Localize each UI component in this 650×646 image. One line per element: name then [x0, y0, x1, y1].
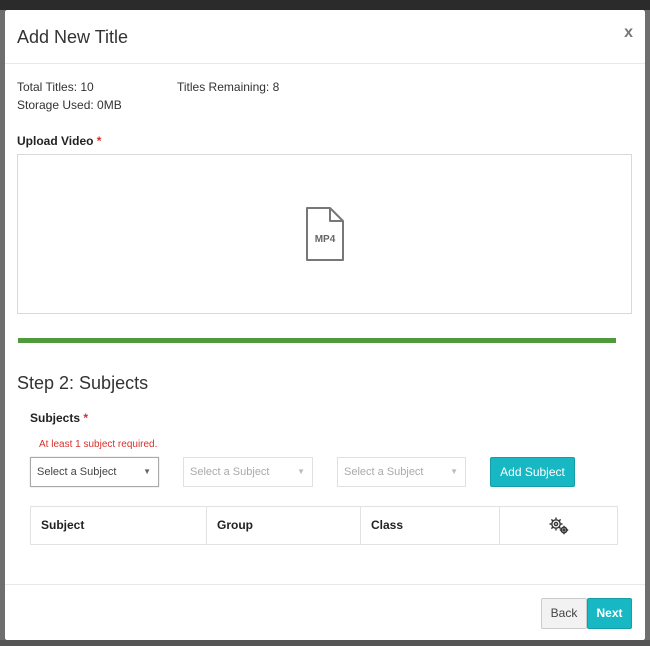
add-title-modal: Add New Title x Total Titles: 10 Titles … [5, 10, 645, 640]
next-button[interactable]: Next [587, 598, 632, 629]
caret-down-icon: ▼ [297, 467, 305, 476]
required-marker: * [96, 134, 102, 148]
upload-progress-bar [18, 338, 616, 343]
group-select-placeholder: Select a Subject [190, 466, 270, 478]
backdrop-bottom [0, 640, 650, 646]
caret-down-icon: ▼ [143, 467, 151, 476]
modal-footer: Back Next [5, 584, 645, 640]
class-select-placeholder: Select a Subject [344, 466, 424, 478]
total-titles: Total Titles: 10 [17, 80, 94, 94]
mp4-file-text: MP4 [315, 234, 336, 245]
required-marker: * [83, 411, 89, 425]
modal-header: Add New Title x [5, 10, 645, 64]
column-header-subject: Subject [31, 507, 207, 544]
close-button[interactable]: x [624, 24, 633, 42]
step-2-title: Step 2: Subjects [17, 373, 149, 393]
backdrop-top [0, 0, 650, 10]
gears-icon [549, 517, 568, 534]
mp4-file-icon: MP4 [306, 207, 344, 261]
back-button[interactable]: Back [541, 598, 587, 629]
caret-down-icon: ▼ [450, 467, 458, 476]
upload-video-label: Upload Video * [17, 134, 101, 148]
add-subject-button[interactable]: Add Subject [490, 457, 575, 487]
modal-title: Add New Title [17, 27, 129, 47]
upload-video-label-text: Upload Video [17, 134, 94, 148]
subjects-label: Subjects * [30, 411, 88, 425]
subjects-error: At least 1 subject required. [39, 439, 158, 450]
subjects-label-text: Subjects [30, 411, 81, 425]
column-header-settings [500, 507, 617, 544]
storage-used: Storage Used: 0MB [17, 98, 122, 112]
column-header-group: Group [207, 507, 361, 544]
titles-remaining: Titles Remaining: 8 [177, 80, 280, 94]
group-select[interactable]: Select a Subject ▼ [183, 457, 313, 487]
subjects-table-header: Subject Group Class [30, 506, 618, 545]
class-select[interactable]: Select a Subject ▼ [337, 457, 466, 487]
backdrop-right [645, 10, 650, 646]
video-dropzone[interactable]: MP4 [17, 154, 632, 314]
column-header-class: Class [361, 507, 500, 544]
subject-select[interactable]: Select a Subject ▼ [30, 457, 159, 487]
subject-select-placeholder: Select a Subject [37, 466, 117, 478]
